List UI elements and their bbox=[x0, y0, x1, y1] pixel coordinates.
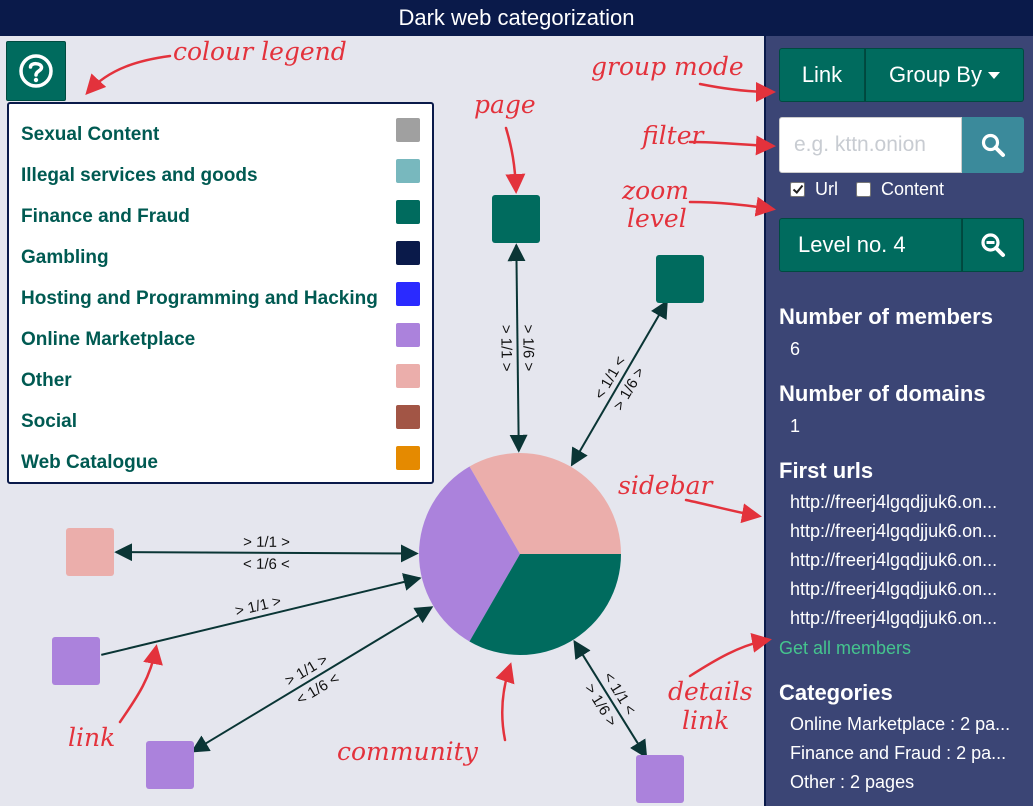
search-icon bbox=[981, 133, 1005, 157]
check-icon bbox=[792, 184, 803, 194]
legend-label: Gambling bbox=[21, 246, 109, 268]
legend-item: Social bbox=[9, 401, 432, 442]
url-item[interactable]: http://freerj4lgqdjjuk6.on... bbox=[790, 608, 997, 629]
legend-item: Web Catalogue bbox=[9, 442, 432, 483]
members-heading: Number of members bbox=[779, 304, 993, 329]
edge-link[interactable] bbox=[573, 639, 648, 759]
zoom-out-button[interactable] bbox=[962, 218, 1024, 272]
legend-swatch bbox=[396, 241, 420, 265]
urls-heading: First urls bbox=[779, 458, 874, 483]
legend-label: Online Marketplace bbox=[21, 328, 196, 350]
url-item[interactable]: http://freerj4lgqdjjuk6.on... bbox=[790, 492, 997, 513]
filter-controls bbox=[779, 117, 1024, 173]
legend-swatch bbox=[396, 323, 420, 347]
zoom-level-button[interactable]: Level no. 4 bbox=[779, 218, 962, 272]
legend-item: Finance and Fraud bbox=[9, 196, 432, 237]
edge-link[interactable] bbox=[570, 299, 668, 467]
legend-item: Online Marketplace bbox=[9, 319, 432, 360]
url-checkbox-label: Url bbox=[815, 178, 838, 199]
category-item: Other : 2 pages bbox=[790, 772, 915, 792]
legend-label: Hosting and Programming and Hacking bbox=[21, 287, 378, 309]
legend-label: Illegal services and goods bbox=[21, 164, 258, 186]
link-mode-button[interactable]: Link bbox=[779, 48, 865, 102]
edge-weight-label: > 1/1 > bbox=[497, 325, 515, 372]
url-item[interactable]: http://freerj4lgqdjjuk6.on... bbox=[790, 521, 997, 542]
edge-weight-label: < 1/6 < bbox=[243, 556, 290, 573]
legend-label: Sexual Content bbox=[21, 123, 160, 145]
legend-swatch bbox=[396, 405, 420, 429]
edge-weight-label: > 1/6 > bbox=[519, 324, 537, 371]
edge-weight-label: > 1/1 > bbox=[233, 593, 283, 621]
content-checkbox-label: Content bbox=[881, 178, 945, 199]
zoom-controls: Level no. 4 bbox=[779, 218, 1024, 272]
legend-swatch bbox=[396, 159, 420, 183]
legend-swatch bbox=[396, 200, 420, 224]
edge-weight-label: > 1/1 > bbox=[243, 534, 290, 551]
category-item: Finance and Fraud : 2 pa... bbox=[790, 743, 1007, 763]
domains-value: 1 bbox=[790, 416, 801, 436]
categories-heading: Categories bbox=[779, 680, 893, 705]
sidebar: Link Group By Url Content Level no. 4 bbox=[764, 36, 1033, 806]
url-item[interactable]: http://freerj4lgqdjjuk6.on... bbox=[790, 579, 997, 600]
group-by-dropdown[interactable]: Group By bbox=[865, 48, 1024, 102]
caret-down-icon bbox=[987, 71, 1000, 79]
colour-legend: Sexual Content Illegal services and good… bbox=[7, 102, 434, 484]
legend-item: Gambling bbox=[9, 237, 432, 278]
page-node-left-purple[interactable] bbox=[52, 637, 100, 685]
page-node-top[interactable] bbox=[492, 195, 540, 243]
legend-swatch bbox=[396, 118, 420, 142]
edge-link[interactable] bbox=[507, 243, 528, 453]
group-by-label: Group By bbox=[889, 62, 982, 87]
group-mode-controls: Link Group By bbox=[779, 48, 1024, 102]
legend-label: Other bbox=[21, 369, 72, 391]
page-node-bottom-right[interactable] bbox=[636, 755, 684, 803]
legend-label: Social bbox=[21, 410, 77, 432]
url-checkbox[interactable] bbox=[790, 181, 805, 197]
edge-link[interactable] bbox=[114, 543, 419, 563]
legend-item: Illegal services and goods bbox=[9, 155, 432, 196]
legend-label: Finance and Fraud bbox=[21, 205, 190, 227]
page-node-top-right[interactable] bbox=[656, 255, 704, 303]
search-button[interactable] bbox=[962, 117, 1024, 173]
content-checkbox[interactable] bbox=[856, 181, 871, 197]
legend-label: Web Catalogue bbox=[21, 451, 158, 473]
url-item[interactable]: http://freerj4lgqdjjuk6.on... bbox=[790, 550, 997, 571]
page-node-bottom-left[interactable] bbox=[146, 741, 194, 789]
legend-item: Sexual Content bbox=[9, 114, 432, 155]
members-value: 6 bbox=[790, 339, 801, 359]
legend-swatch bbox=[396, 282, 420, 306]
legend-item: Other bbox=[9, 360, 432, 401]
legend-swatch bbox=[396, 446, 420, 470]
help-button[interactable] bbox=[6, 41, 66, 101]
zoom-out-icon bbox=[981, 233, 1005, 257]
legend-item: Hosting and Programming and Hacking bbox=[9, 278, 432, 319]
edge-link[interactable] bbox=[190, 606, 434, 753]
legend-swatch bbox=[396, 364, 420, 388]
app-title: Dark web categorization bbox=[0, 0, 1033, 36]
question-circle-icon bbox=[19, 54, 53, 88]
get-all-members-link[interactable]: Get all members bbox=[779, 638, 911, 659]
page-node-left-pink[interactable] bbox=[66, 528, 114, 576]
filter-input[interactable] bbox=[779, 117, 962, 173]
category-item: Online Marketplace : 2 pa... bbox=[790, 714, 1011, 734]
domains-heading: Number of domains bbox=[779, 381, 986, 406]
filter-options: Url Content bbox=[790, 177, 962, 201]
